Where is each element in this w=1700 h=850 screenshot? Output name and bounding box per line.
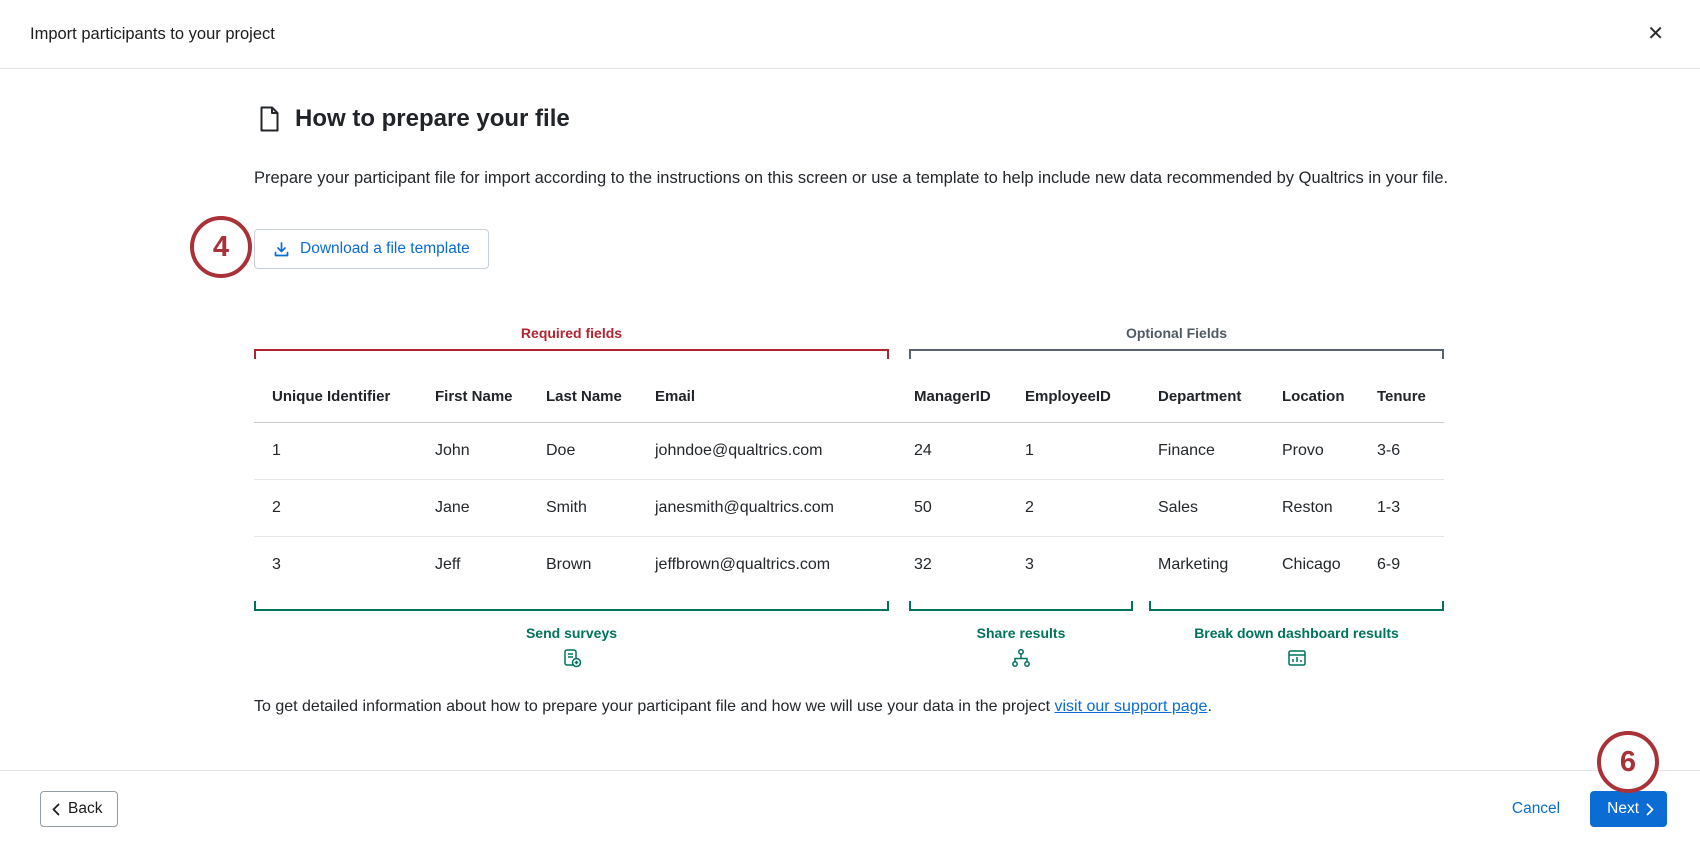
table-cell: 3 bbox=[1007, 537, 1140, 594]
chevron-right-icon bbox=[1646, 803, 1654, 816]
annotation-step-6: 6 bbox=[1597, 731, 1659, 793]
back-button[interactable]: Back bbox=[40, 791, 118, 827]
send-surveys-label: Send surveys bbox=[254, 625, 889, 641]
table-cell: 1-3 bbox=[1359, 480, 1444, 537]
column-header: Unique Identifier bbox=[254, 372, 417, 423]
breakdown-results-bracket bbox=[1149, 601, 1444, 611]
file-icon bbox=[258, 105, 281, 133]
download-template-button[interactable]: Download a file template bbox=[254, 229, 489, 269]
optional-fields-bracket bbox=[909, 349, 1444, 359]
table-cell: janesmith@qualtrics.com bbox=[637, 480, 896, 537]
table-cell: John bbox=[417, 423, 528, 480]
dialog-title: Import participants to your project bbox=[30, 25, 275, 44]
column-header: EmployeeID bbox=[1007, 372, 1140, 423]
support-page-link[interactable]: visit our support page bbox=[1054, 698, 1207, 715]
required-fields-bracket bbox=[254, 349, 889, 359]
table-cell: 6-9 bbox=[1359, 537, 1444, 594]
column-header: Last Name bbox=[528, 372, 637, 423]
table-cell: Reston bbox=[1264, 480, 1359, 537]
table-cell: Sales bbox=[1140, 480, 1264, 537]
table-cell: 3 bbox=[254, 537, 417, 594]
table-cell: 2 bbox=[1007, 480, 1140, 537]
optional-fields-label: Optional Fields bbox=[909, 325, 1444, 341]
table-cell: Provo bbox=[1264, 423, 1359, 480]
dashboard-icon bbox=[1149, 647, 1444, 674]
chevron-left-icon bbox=[52, 803, 60, 816]
table-cell: 50 bbox=[896, 480, 1007, 537]
download-template-label: Download a file template bbox=[300, 240, 470, 258]
share-results-bracket bbox=[909, 601, 1133, 611]
required-fields-label: Required fields bbox=[254, 325, 889, 341]
download-icon bbox=[273, 241, 290, 258]
page-title: How to prepare your file bbox=[295, 105, 570, 133]
table-cell: johndoe@qualtrics.com bbox=[637, 423, 896, 480]
support-note-text: To get detailed information about how to… bbox=[254, 698, 1054, 715]
next-button[interactable]: Next bbox=[1590, 791, 1667, 827]
table-row: 1 John Doe johndoe@qualtrics.com 24 1 Fi… bbox=[254, 423, 1444, 480]
table-cell: 1 bbox=[254, 423, 417, 480]
footer-actions: Cancel Next bbox=[1512, 791, 1667, 827]
table-cell: Finance bbox=[1140, 423, 1264, 480]
table-cell: Doe bbox=[528, 423, 637, 480]
breakdown-results-label: Break down dashboard results bbox=[1149, 625, 1444, 641]
column-header: Department bbox=[1140, 372, 1264, 423]
hierarchy-icon bbox=[909, 647, 1133, 674]
table-cell: Chicago bbox=[1264, 537, 1359, 594]
example-table-area: Required fields Optional Fields Unique I… bbox=[254, 325, 1444, 675]
table-cell: 32 bbox=[896, 537, 1007, 594]
table-cell: 1 bbox=[1007, 423, 1140, 480]
table-cell: 2 bbox=[254, 480, 417, 537]
dialog-footer: Back Cancel Next bbox=[0, 770, 1700, 850]
table-cell: 3-6 bbox=[1359, 423, 1444, 480]
table-cell: Marketing bbox=[1140, 537, 1264, 594]
back-button-label: Back bbox=[68, 800, 102, 818]
table-cell: Jeff bbox=[417, 537, 528, 594]
column-header: Location bbox=[1264, 372, 1359, 423]
cancel-button[interactable]: Cancel bbox=[1512, 800, 1560, 818]
support-note-period: . bbox=[1207, 698, 1211, 715]
share-results-label: Share results bbox=[909, 625, 1133, 641]
column-header: First Name bbox=[417, 372, 528, 423]
next-button-label: Next bbox=[1607, 800, 1639, 818]
table-row: 2 Jane Smith janesmith@qualtrics.com 50 … bbox=[254, 480, 1444, 537]
table-cell: Smith bbox=[528, 480, 637, 537]
table-cell: Brown bbox=[528, 537, 637, 594]
column-header: ManagerID bbox=[896, 372, 1007, 423]
survey-add-icon bbox=[254, 647, 889, 674]
send-surveys-bracket bbox=[254, 601, 889, 611]
column-header: Tenure bbox=[1359, 372, 1444, 423]
section-heading: How to prepare your file bbox=[258, 105, 570, 133]
table-cell: jeffbrown@qualtrics.com bbox=[637, 537, 896, 594]
sample-data-table: Unique Identifier First Name Last Name E… bbox=[254, 372, 1444, 593]
dialog-header: Import participants to your project ✕ bbox=[0, 0, 1700, 69]
description-text: Prepare your participant file for import… bbox=[254, 165, 1449, 191]
annotation-step-4: 4 bbox=[190, 216, 252, 278]
close-icon[interactable]: ✕ bbox=[1641, 18, 1670, 50]
table-cell: 24 bbox=[896, 423, 1007, 480]
support-note: To get detailed information about how to… bbox=[254, 698, 1212, 716]
table-cell: Jane bbox=[417, 480, 528, 537]
table-row: 3 Jeff Brown jeffbrown@qualtrics.com 32 … bbox=[254, 537, 1444, 594]
table-header-row: Unique Identifier First Name Last Name E… bbox=[254, 372, 1444, 423]
column-header: Email bbox=[637, 372, 896, 423]
